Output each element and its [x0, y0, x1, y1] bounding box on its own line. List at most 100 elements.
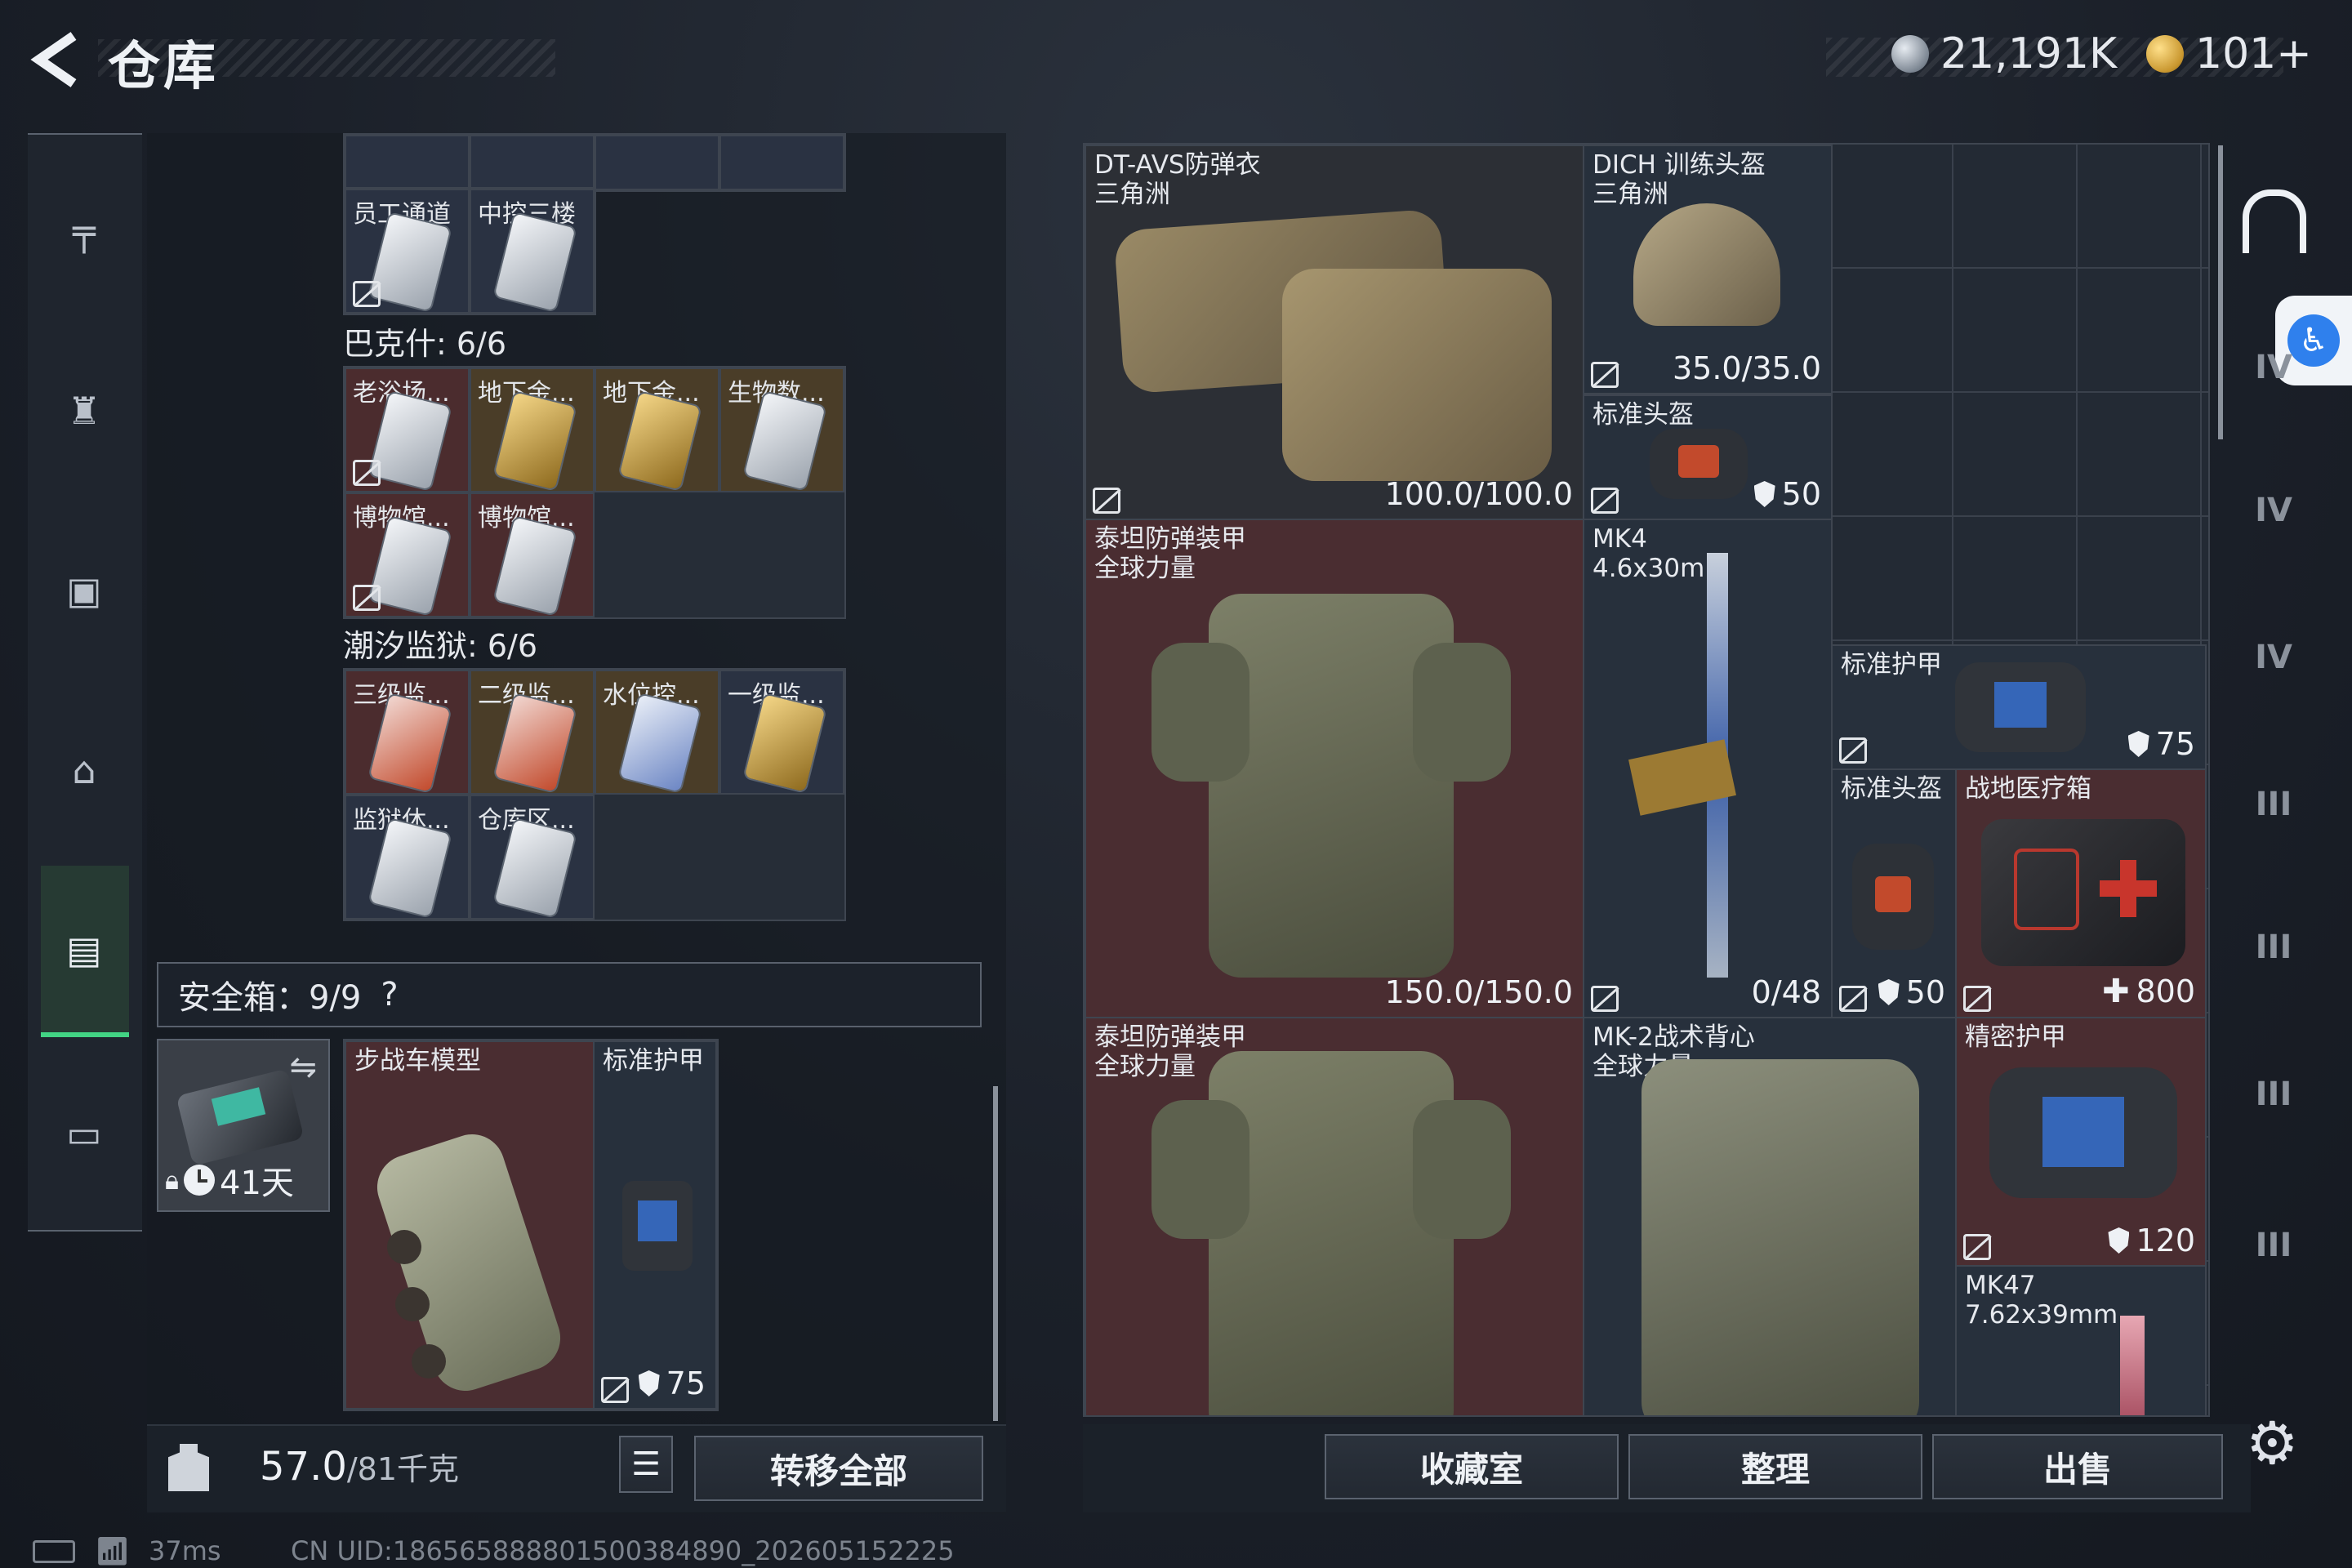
keycard-item[interactable]: 博物馆...: [345, 492, 470, 617]
no-drop-icon: [1591, 986, 1619, 1012]
tier-case-icon[interactable]: III: [2238, 772, 2310, 837]
key-grid-top-partial: [343, 133, 846, 192]
keycard-item[interactable]: 一级监...: [719, 670, 844, 795]
standard-armor-item[interactable]: 标准护甲 75: [1831, 644, 2207, 770]
item-name: 标准护甲: [603, 1046, 704, 1076]
keycard-item[interactable]: 二级监...: [470, 670, 595, 795]
help-icon[interactable]: ?: [381, 976, 398, 1013]
tier-case-icon[interactable]: III: [2238, 1213, 2310, 1278]
helmet-image: [1633, 203, 1780, 326]
standard-helmet-item-2[interactable]: 标准头盔 50: [1831, 768, 1957, 1018]
no-drop-icon: [1839, 986, 1867, 1012]
safebox-timer-value: 41天: [220, 1165, 294, 1202]
standard-helmet-item[interactable]: 标准头盔 50: [1583, 394, 1833, 520]
titan-armor-item-2[interactable]: 泰坦防弹装甲 全球力量: [1085, 1017, 1584, 1415]
item-ammo: 0/48: [1751, 974, 1821, 1010]
keycard-item[interactable]: 水位控...: [595, 670, 719, 795]
keycard-item[interactable]: 老浴场...: [345, 368, 470, 492]
no-drop-icon: [353, 585, 381, 611]
keycard-item[interactable]: 博物馆...: [470, 492, 595, 617]
item-durability: 75: [638, 1365, 706, 1401]
sell-button[interactable]: 出售: [1932, 1434, 2223, 1499]
titan-armor-item-1[interactable]: 泰坦防弹装甲 全球力量 150.0/150.0: [1085, 519, 1584, 1018]
medkit-image: [1981, 819, 2185, 966]
collection-room-button[interactable]: 收藏室: [1325, 1434, 1619, 1499]
key-slot[interactable]: [470, 135, 595, 190]
precision-armor-item[interactable]: 精密护甲 120: [1955, 1017, 2207, 1267]
wifi-icon: 📶︎: [95, 1535, 131, 1568]
mk4-rifle-item[interactable]: MK4 4.6x30mm 0/48: [1583, 519, 1833, 1018]
category-rail: [28, 133, 142, 1232]
keycard-item[interactable]: 监狱休...: [345, 795, 470, 920]
shield-icon: [1753, 481, 1775, 507]
keycard-item[interactable]: 中控三楼: [470, 189, 595, 314]
page-title: 仓库: [108, 37, 219, 97]
tier-case-icon[interactable]: IV: [2238, 625, 2310, 690]
item-durability: 150.0/150.0: [1384, 974, 1573, 1010]
mk47-rifle-item[interactable]: MK47 7.62x39mm: [1955, 1265, 2207, 1415]
gold-currency[interactable]: 101+: [2146, 29, 2312, 78]
key-slot[interactable]: [345, 135, 470, 190]
left-scrollbar[interactable]: [993, 1086, 998, 1421]
item-durability: 120: [2108, 1223, 2195, 1258]
no-drop-icon: [353, 281, 381, 307]
item-name: MK-2战术背心: [1592, 1022, 1755, 1052]
tier-case-icon[interactable]: III: [2238, 915, 2310, 980]
transfer-all-button[interactable]: 转移全部: [694, 1436, 983, 1501]
item-name: 精密护甲: [1965, 1022, 2066, 1052]
keycard-item[interactable]: 员工通道: [345, 189, 470, 314]
clock-icon: [184, 1165, 216, 1196]
keycard-item[interactable]: 仓库区...: [470, 795, 595, 920]
right-scrollbar[interactable]: [2218, 145, 2223, 439]
shield-icon: [1878, 979, 1900, 1005]
shield-icon: [2108, 1227, 2130, 1254]
keycard-item[interactable]: 地下金...: [595, 368, 719, 492]
rifle-image: [2120, 1316, 2145, 1415]
keycard-item[interactable]: 生物数...: [719, 368, 844, 492]
item-name: MK47: [1965, 1271, 2036, 1300]
user-uid: CN UID:186565888801500384890_20260515222…: [291, 1535, 955, 1566]
key-slot[interactable]: [595, 135, 719, 190]
dich-helmet-item[interactable]: DICH 训练头盔 三角洲 35.0/35.0: [1583, 145, 1833, 394]
safebox-header[interactable]: 安全箱：9/9 ?: [157, 962, 982, 1027]
gold-coin-icon: [2146, 35, 2184, 73]
standard-armor-item[interactable]: 标准护甲 75: [593, 1040, 717, 1410]
keycard-icon[interactable]: ▤: [57, 923, 111, 977]
mk2-vest-item[interactable]: MK-2战术背心 全球力量: [1583, 1017, 1957, 1415]
prison-key-grid: 三级监... 二级监... 水位控... 一级监... 监狱休... 仓库区..…: [343, 668, 846, 921]
list-view-button[interactable]: ☰: [619, 1436, 673, 1493]
tier-case-icon[interactable]: III: [2238, 1062, 2310, 1127]
item-name: 战地医疗箱: [1965, 774, 2091, 804]
key-slot[interactable]: [719, 135, 844, 190]
ifv-model-item[interactable]: 步战车模型: [345, 1040, 595, 1410]
keycard-item[interactable]: 三级监...: [345, 670, 470, 795]
item-name: 步战车模型: [354, 1046, 481, 1076]
bag-icon[interactable]: ⌂: [57, 743, 111, 797]
armor-icon[interactable]: ♜: [57, 384, 111, 438]
keycard-item[interactable]: 地下金...: [470, 368, 595, 492]
field-medkit-item[interactable]: 战地医疗箱 ✚ 800: [1955, 768, 2207, 1018]
settings-gear-icon[interactable]: ⚙︎: [2246, 1409, 2299, 1477]
swap-icon[interactable]: ⇋: [289, 1049, 317, 1086]
armor-image: [1209, 594, 1454, 978]
item-durability: 50: [1753, 476, 1821, 512]
item-name: MK4: [1592, 524, 1647, 554]
safebox-item[interactable]: ⇋ 🔒︎ 41天: [157, 1039, 330, 1212]
dtavs-vest-item[interactable]: DT-AVS防弹衣 三角洲 100.0/100.0: [1085, 145, 1584, 520]
container-icon[interactable]: [2243, 189, 2306, 253]
item-name: 泰坦防弹装甲: [1094, 1022, 1246, 1052]
item-durability: 35.0/35.0: [1672, 350, 1821, 386]
backpack-icon[interactable]: ▣: [57, 564, 111, 617]
sort-button[interactable]: 整理: [1628, 1434, 1922, 1499]
item-sub: 全球力量: [1094, 554, 1196, 583]
weapon-icon[interactable]: ╤: [57, 204, 111, 258]
tier-case-icon[interactable]: IV: [2238, 478, 2310, 543]
item-uses: ✚ 800: [2101, 973, 2195, 1010]
tier-case-icon[interactable]: IV: [2238, 335, 2310, 400]
weight-current: 57.0: [260, 1444, 347, 1490]
back-arrow-icon[interactable]: [23, 31, 88, 88]
no-drop-icon: [1591, 362, 1619, 388]
helmet-image: [1852, 844, 1934, 950]
briefcase-icon[interactable]: ▭: [57, 1107, 111, 1160]
item-sub: 7.62x39mm: [1965, 1300, 2118, 1330]
